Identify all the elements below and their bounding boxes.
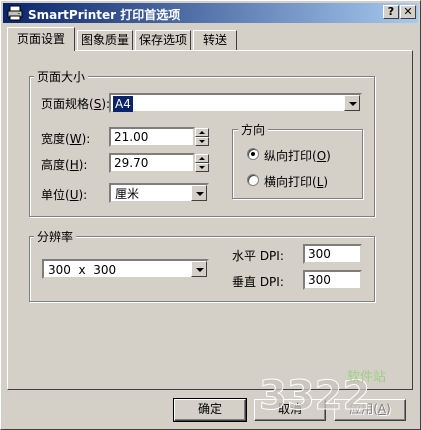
page-size-group-label: 页面大小 — [34, 68, 89, 85]
portrait-label[interactable]: 纵向打印(O) — [264, 147, 331, 164]
portrait-radio[interactable] — [247, 148, 259, 160]
vertical-dpi-field[interactable]: 300 — [303, 270, 362, 290]
title-bar[interactable]: SmartPrinter 打印首选项 ? ✕ — [3, 3, 418, 23]
ok-button[interactable]: 确定 — [173, 398, 247, 422]
window-title: SmartPrinter 打印首选项 — [28, 8, 181, 22]
chevron-down-icon[interactable] — [191, 185, 207, 201]
printer-icon — [7, 5, 23, 21]
spin-up-icon[interactable] — [195, 154, 209, 163]
width-label: 宽度(W): — [41, 132, 91, 146]
width-field[interactable]: 21.00 — [109, 127, 195, 147]
unit-label: 单位(U): — [41, 188, 88, 202]
spin-up-icon[interactable] — [195, 128, 209, 137]
help-button[interactable]: ? — [383, 5, 399, 19]
close-button[interactable]: ✕ — [400, 5, 416, 19]
resolution-preset-select[interactable]: 300 x 300 — [42, 259, 209, 279]
paper-size-select[interactable]: A4 — [109, 93, 362, 113]
site-watermark-logo: 3322 软件站 — [259, 370, 387, 419]
chevron-down-icon[interactable] — [344, 95, 360, 111]
tab-save-options[interactable]: 保存选项 — [135, 30, 191, 50]
vertical-dpi-label: 垂直 DPI: — [232, 275, 284, 289]
landscape-radio[interactable] — [247, 174, 259, 186]
tab-page-setup[interactable]: 页面设置 — [7, 27, 75, 51]
height-field[interactable]: 29.70 — [109, 153, 195, 173]
orientation-group-label: 方向 — [238, 121, 269, 138]
height-stepper[interactable] — [195, 153, 209, 173]
unit-value: 厘米 — [115, 187, 140, 201]
chevron-down-icon[interactable] — [191, 261, 207, 277]
paper-size-value: A4 — [113, 96, 133, 112]
landscape-label[interactable]: 横向打印(L) — [264, 173, 328, 190]
horizontal-dpi-label: 水平 DPI: — [232, 249, 284, 263]
resolution-preset-value: 300 x 300 — [48, 263, 117, 277]
horizontal-dpi-field[interactable]: 300 — [303, 244, 362, 264]
resolution-group-label: 分辨率 — [34, 228, 77, 245]
unit-select[interactable]: 厘米 — [109, 183, 209, 203]
width-stepper[interactable] — [195, 127, 209, 147]
tab-image-quality[interactable]: 图象质量 — [77, 30, 133, 50]
print-preferences-dialog: SmartPrinter 打印首选项 ? ✕ 页面设置 图象质量 保存选项 转送… — [0, 0, 421, 430]
paper-size-label: 页面规格(S): — [41, 97, 111, 111]
tab-forward[interactable]: 转送 — [193, 30, 237, 50]
spin-down-icon[interactable] — [195, 163, 209, 172]
watermark-subtext: 软件站 — [347, 370, 386, 385]
height-label: 高度(H): — [41, 158, 88, 172]
spin-down-icon[interactable] — [195, 137, 209, 146]
